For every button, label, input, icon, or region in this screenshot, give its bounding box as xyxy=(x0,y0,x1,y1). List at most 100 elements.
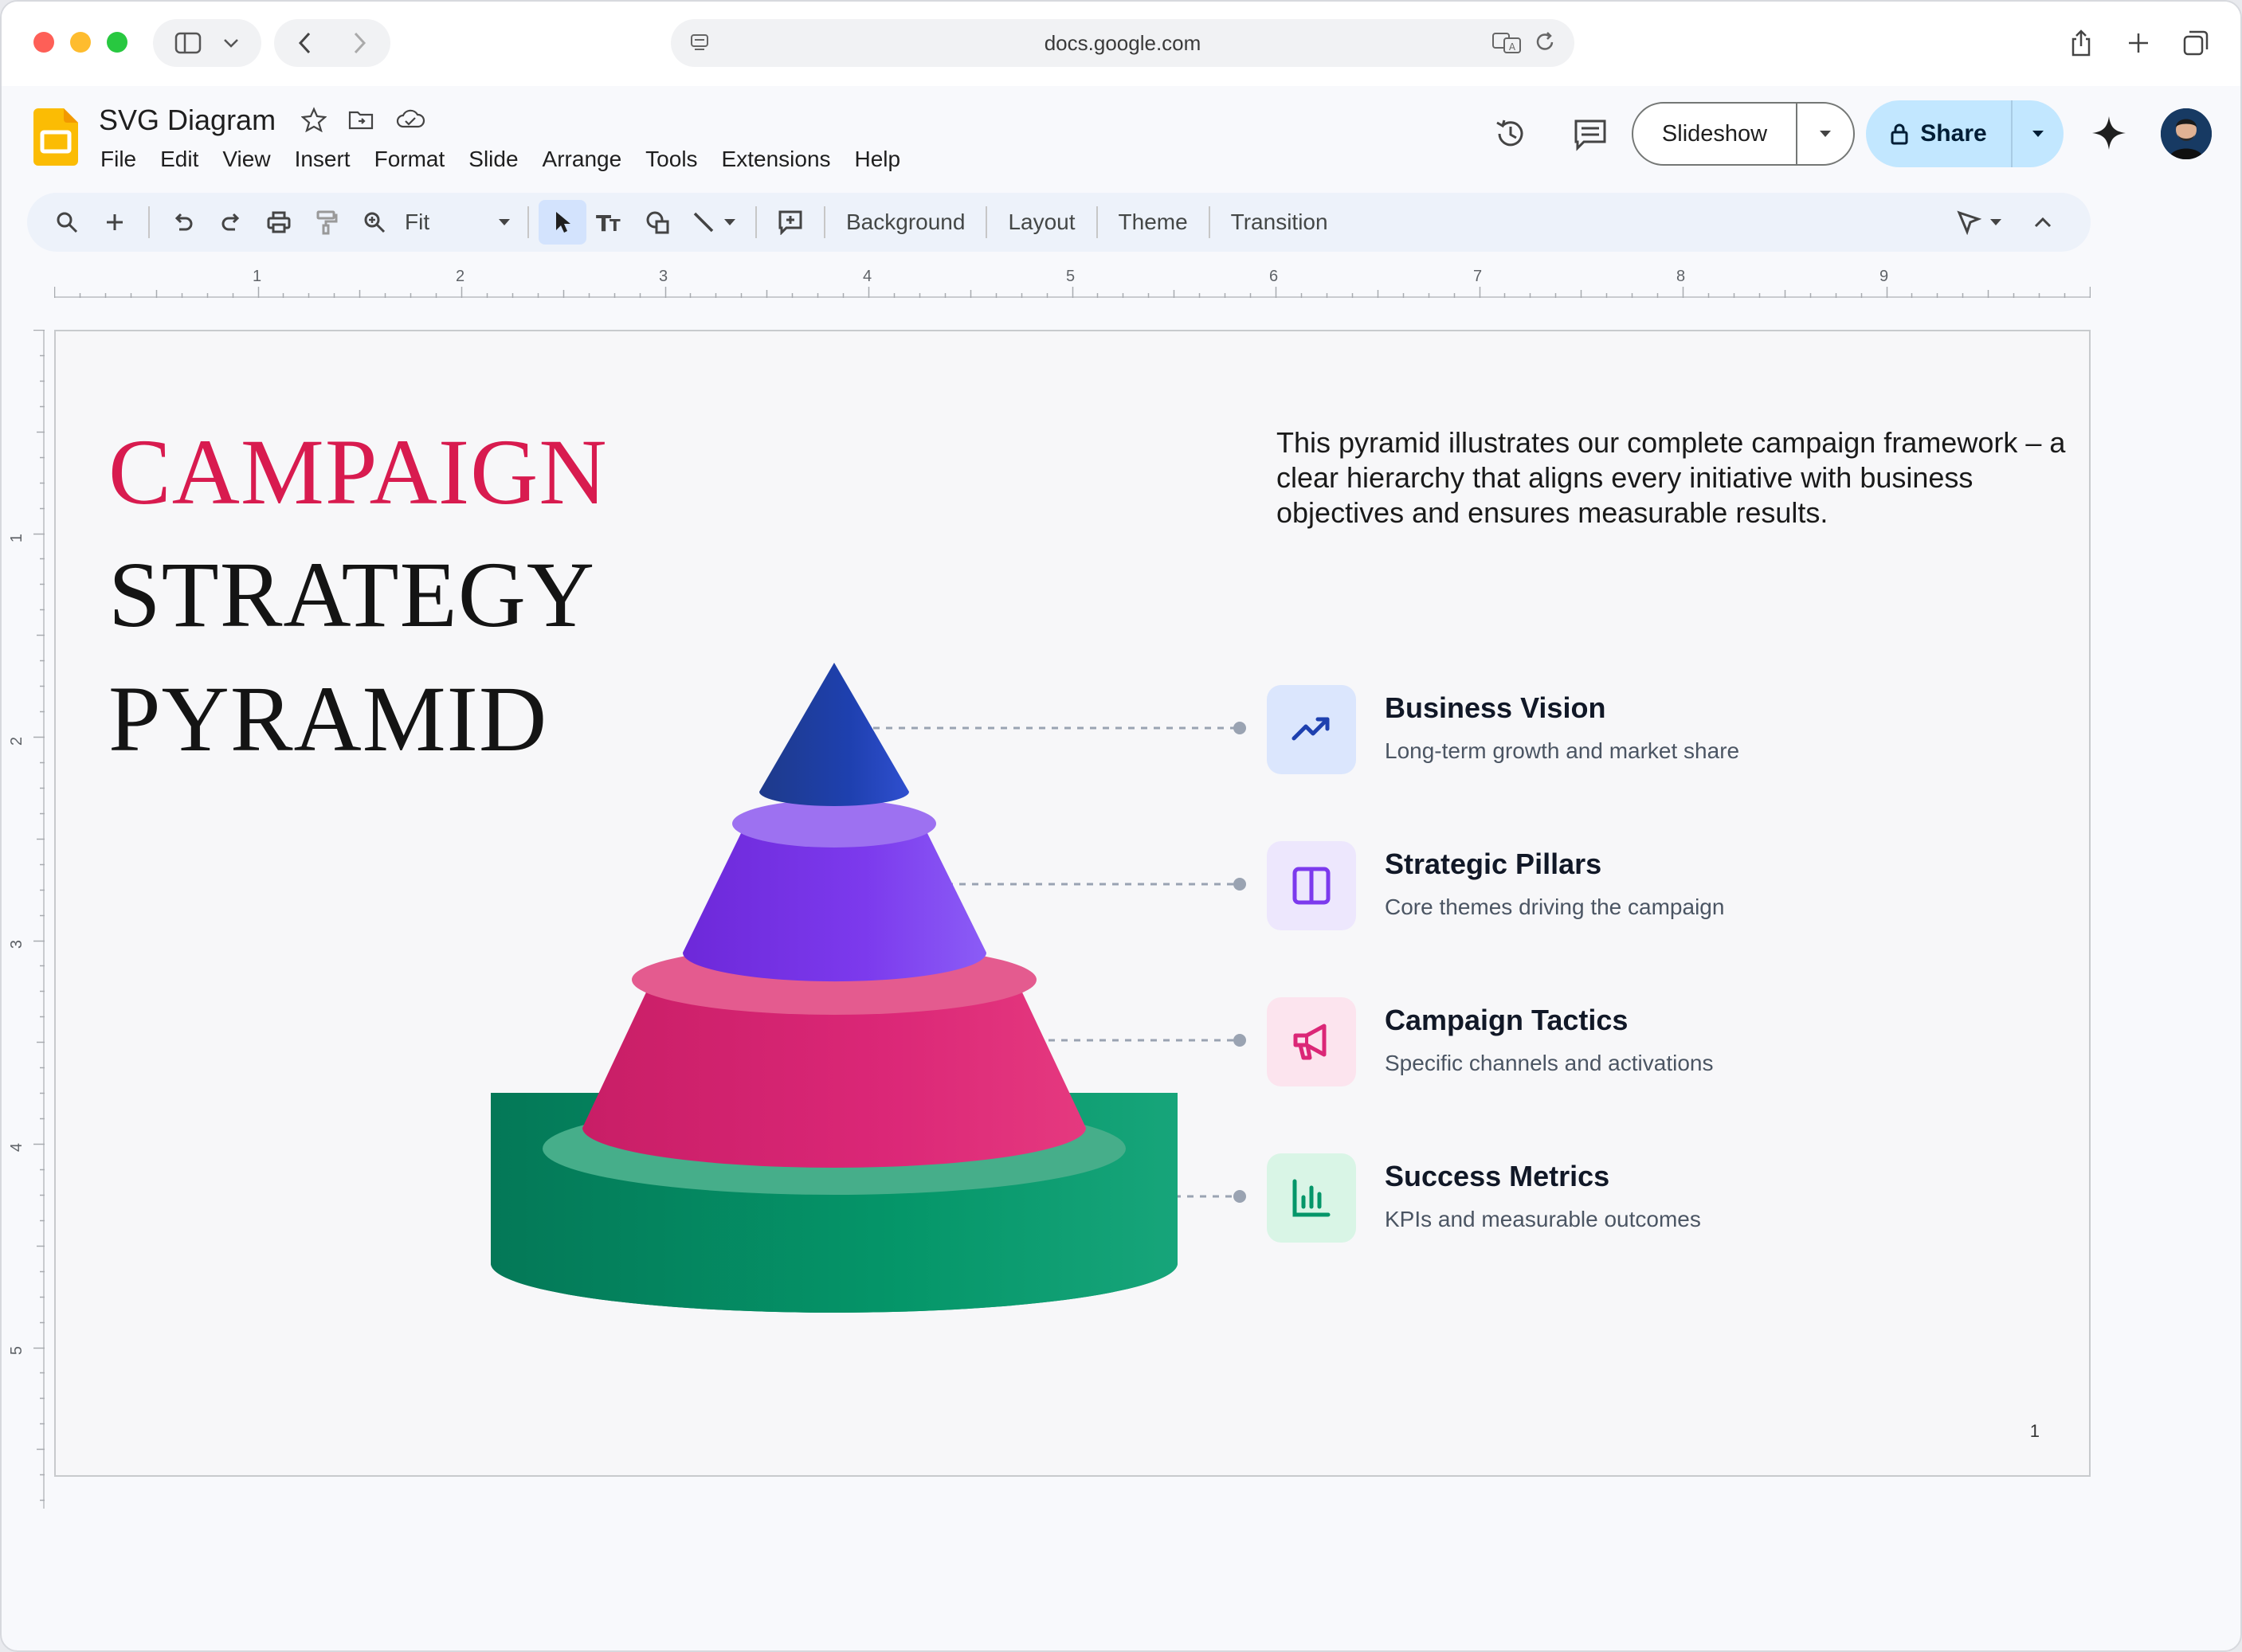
insert-comment-button[interactable] xyxy=(766,200,814,245)
transition-button[interactable]: Transition xyxy=(1220,209,1339,235)
menu-file[interactable]: File xyxy=(99,143,148,175)
hide-menus-button[interactable] xyxy=(2019,200,2067,245)
pyramid-tier-business-vision[interactable] xyxy=(759,663,909,806)
campaign-tactics-icon-tile xyxy=(1267,997,1356,1086)
slide-canvas[interactable]: CAMPAIGN STRATEGY PYRAMID This pyramid i… xyxy=(54,330,2091,1477)
theme-button[interactable]: Theme xyxy=(1107,209,1199,235)
shapes-icon xyxy=(646,211,669,234)
new-slide-button[interactable] xyxy=(91,200,139,245)
share-icon xyxy=(2071,29,2091,57)
paint-format-button[interactable] xyxy=(303,200,351,245)
star-icon[interactable] xyxy=(301,107,327,132)
zoom-button[interactable] xyxy=(351,200,398,245)
tab-overview-button[interactable] xyxy=(2180,19,2212,67)
menu-insert[interactable]: Insert xyxy=(283,143,363,175)
ruler-label: 7 xyxy=(1473,268,1483,285)
history-nav xyxy=(274,19,390,67)
version-history-icon[interactable] xyxy=(1493,116,1528,151)
background-button[interactable]: Background xyxy=(835,209,976,235)
share-button[interactable]: Share xyxy=(1866,100,2064,167)
level-description[interactable]: KPIs and measurable outcomes xyxy=(1385,1206,1751,1232)
level-description[interactable]: Core themes driving the campaign xyxy=(1385,894,1751,920)
minimize-window-button[interactable] xyxy=(70,32,91,53)
menu-slide[interactable]: Slide xyxy=(457,143,530,175)
pyramid-tier-strategic-pillars[interactable] xyxy=(683,800,986,982)
ruler-label: 1 xyxy=(8,533,26,543)
ruler-label: 6 xyxy=(1269,268,1279,285)
slideshow-label[interactable]: Slideshow xyxy=(1633,104,1797,164)
caret-down-icon xyxy=(1990,219,2001,225)
editing-mode-button[interactable] xyxy=(1947,200,2011,245)
text-box-icon: TT xyxy=(596,211,621,233)
print-button[interactable] xyxy=(255,200,303,245)
undo-icon xyxy=(174,213,193,231)
redo-button[interactable] xyxy=(207,200,255,245)
chevron-down-icon xyxy=(224,39,238,48)
menu-extensions[interactable]: Extensions xyxy=(710,143,843,175)
slideshow-options-button[interactable] xyxy=(1797,129,1853,139)
document-title[interactable]: SVG Diagram xyxy=(99,104,276,137)
ruler-label: 1 xyxy=(253,268,262,285)
plus-icon xyxy=(2129,33,2148,53)
sidebar-toggle-button[interactable] xyxy=(153,19,261,67)
toolbar-divider xyxy=(527,206,529,238)
vertical-ruler[interactable]: 1 2 3 4 5 xyxy=(8,330,45,1509)
reload-icon[interactable] xyxy=(1533,30,1557,54)
menu-edit[interactable]: Edit xyxy=(148,143,210,175)
menu-arrange[interactable]: Arrange xyxy=(531,143,634,175)
ruler-label: 2 xyxy=(8,736,26,746)
svg-text:A: A xyxy=(1509,41,1516,53)
menu-help[interactable]: Help xyxy=(843,143,913,175)
close-window-button[interactable] xyxy=(33,32,54,53)
undo-button[interactable] xyxy=(159,200,207,245)
back-icon[interactable] xyxy=(297,31,313,55)
shape-button[interactable] xyxy=(634,200,682,245)
search-menus-button[interactable] xyxy=(43,200,91,245)
pyramid-diagram[interactable] xyxy=(56,331,2092,1478)
menu-format[interactable]: Format xyxy=(363,143,457,175)
menu-view[interactable]: View xyxy=(210,143,282,175)
docs-header: SVG Diagram File Edit View Insert Format… xyxy=(2,86,2240,182)
toolbar-divider xyxy=(1208,206,1210,238)
share-page-button[interactable] xyxy=(2065,19,2097,67)
zoom-window-button[interactable] xyxy=(107,32,127,53)
ruler-label: 8 xyxy=(1676,268,1686,285)
ruler-label: 4 xyxy=(863,268,872,285)
slide-page-number: 1 xyxy=(2029,1421,2040,1441)
ruler-label: 2 xyxy=(456,268,465,285)
gemini-sparkle-icon[interactable] xyxy=(2091,115,2127,151)
line-tool-button[interactable] xyxy=(682,200,746,245)
level-title[interactable]: Strategic Pillars xyxy=(1385,848,1601,881)
comments-icon[interactable] xyxy=(1573,118,1608,151)
lock-icon xyxy=(1891,123,1908,145)
bar-chart-icon xyxy=(1292,1179,1331,1217)
level-description[interactable]: Specific channels and activations xyxy=(1385,1050,1751,1076)
toolbar-divider xyxy=(986,206,988,238)
account-avatar[interactable] xyxy=(2161,108,2212,159)
address-bar[interactable]: docs.google.com A xyxy=(671,19,1574,67)
menu-bar: File Edit View Insert Format Slide Arran… xyxy=(99,143,912,175)
layout-button[interactable]: Layout xyxy=(997,209,1086,235)
select-tool-button[interactable] xyxy=(539,200,586,245)
new-tab-button[interactable] xyxy=(2122,19,2154,67)
translate-icon[interactable]: A xyxy=(1491,30,1522,54)
horizontal-ruler[interactable]: 1 2 3 4 5 6 7 8 9 xyxy=(54,266,2091,298)
text-box-button[interactable]: TT xyxy=(586,200,634,245)
level-title[interactable]: Campaign Tactics xyxy=(1385,1004,1628,1037)
caret-down-icon xyxy=(724,219,735,225)
slideshow-button[interactable]: Slideshow xyxy=(1632,102,1855,166)
share-options-button[interactable] xyxy=(2013,129,2064,139)
zoom-select[interactable]: Fit xyxy=(398,200,518,245)
level-description[interactable]: Long-term growth and market share xyxy=(1385,738,1751,764)
pointer-pen-icon xyxy=(1957,210,1981,235)
level-title[interactable]: Business Vision xyxy=(1385,691,1605,725)
menu-tools[interactable]: Tools xyxy=(633,143,709,175)
line-icon xyxy=(693,212,714,233)
level-title[interactable]: Success Metrics xyxy=(1385,1160,1609,1193)
cloud-saved-icon[interactable] xyxy=(395,108,425,131)
move-folder-icon[interactable] xyxy=(347,108,374,131)
slides-logo-icon[interactable] xyxy=(33,108,78,166)
editing-toolbar: Fit TT Background Layout Theme Transitio… xyxy=(27,193,2091,252)
forward-icon[interactable] xyxy=(351,31,367,55)
page-menu-icon[interactable] xyxy=(688,32,711,54)
